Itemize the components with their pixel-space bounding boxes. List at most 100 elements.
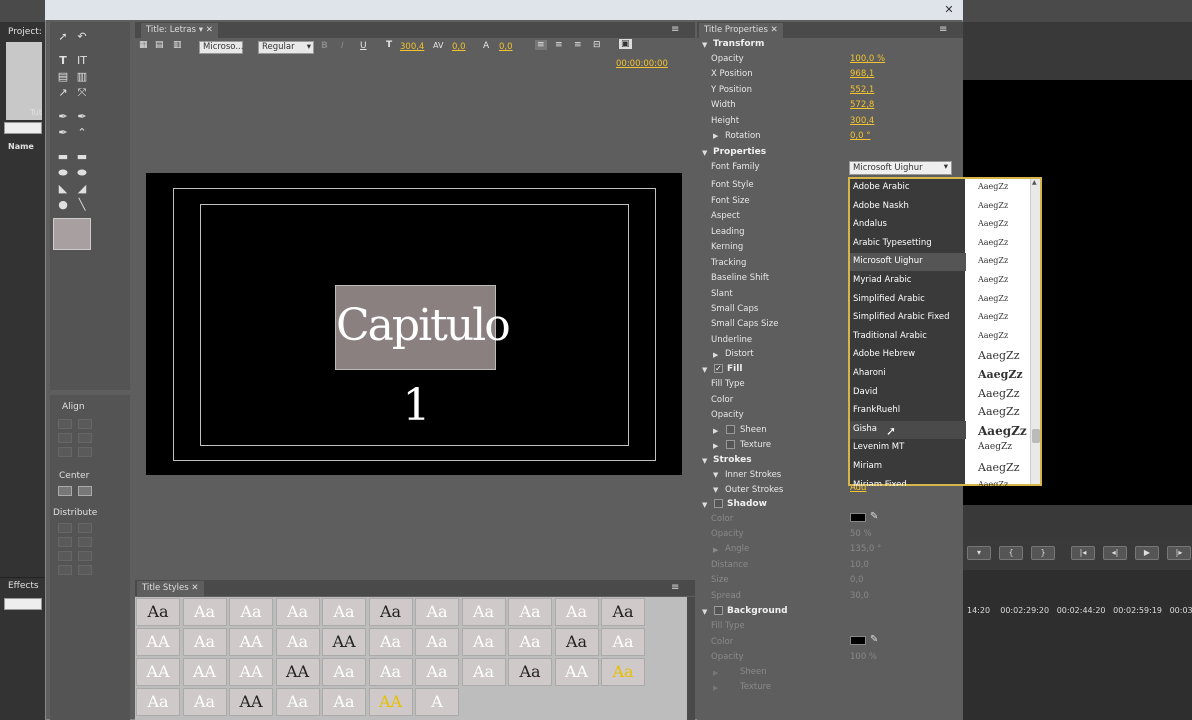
style-swatch[interactable]: Aa — [322, 688, 366, 716]
transform-section[interactable]: Transform — [713, 39, 764, 49]
delete-anchor-tool-icon[interactable]: ✒ — [74, 110, 90, 124]
rotation-value[interactable]: 0,0 ° — [850, 131, 870, 141]
style-swatch[interactable]: AA — [229, 688, 273, 716]
distribute-bottom-button[interactable] — [78, 551, 92, 561]
ellipse-tool-icon[interactable]: ● — [55, 198, 71, 212]
rotation-tool-icon[interactable]: ↶ — [74, 30, 90, 44]
fill-section[interactable]: Fill — [727, 364, 742, 374]
font-list-item[interactable]: Gisha — [850, 420, 966, 439]
titler-window-titlebar[interactable] — [45, 0, 963, 20]
style-swatch[interactable]: Aa — [415, 598, 459, 626]
style-swatch[interactable]: Aa — [554, 628, 599, 656]
baseline-value[interactable]: 0,0 — [499, 42, 513, 52]
wedge-tool-icon[interactable]: ◣ — [55, 182, 71, 196]
pen-tool-icon[interactable]: ✒ — [55, 110, 71, 124]
tab-title-styles[interactable]: Title Styles ✕ — [137, 581, 204, 596]
style-swatch[interactable]: Aa — [275, 628, 320, 656]
fill-disclosure-icon[interactable]: ▼ — [702, 366, 707, 374]
font-list-item[interactable]: Miriam Fixed — [850, 477, 966, 486]
center-horizontal-button[interactable] — [58, 486, 72, 496]
bg-opacity-value[interactable]: 100 % — [850, 652, 877, 662]
shadow-size-value[interactable]: 0,0 — [850, 575, 864, 585]
style-swatch[interactable]: AA — [368, 688, 413, 716]
shadow-section[interactable]: Shadow — [727, 499, 767, 509]
rotation-disclosure-icon[interactable]: ▶ — [713, 132, 718, 140]
style-swatch[interactable]: Aa — [508, 628, 552, 656]
type-tool-icon[interactable]: T — [55, 54, 71, 68]
scroll-up-icon[interactable]: ▲ — [1032, 179, 1040, 187]
style-swatch[interactable]: AA — [182, 658, 227, 686]
title-text-object[interactable]: Capitulo 1 — [335, 285, 511, 431]
transform-disclosure-icon[interactable]: ▼ — [702, 41, 707, 49]
bold-button[interactable]: B — [321, 41, 328, 51]
properties-section[interactable]: Properties — [713, 147, 766, 157]
mark-in-button[interactable]: { — [999, 546, 1023, 560]
font-list-scrollbar[interactable]: ▲ — [1030, 179, 1040, 484]
background-section[interactable]: Background — [727, 606, 788, 616]
style-swatch[interactable]: Aa — [461, 598, 506, 626]
distribute-vspace-button[interactable] — [78, 565, 92, 575]
font-list-item[interactable]: Microsoft Uighur — [850, 253, 966, 272]
step-back-button[interactable]: ◂| — [1103, 546, 1127, 560]
shadow-checkbox[interactable] — [714, 499, 723, 508]
add-anchor-tool-icon[interactable]: ✒ — [55, 126, 71, 140]
arc-tool-icon[interactable]: ◢ — [74, 182, 90, 196]
style-swatch[interactable]: AA — [136, 628, 180, 656]
font-list-item[interactable]: Adobe Arabic — [850, 179, 966, 197]
style-swatch[interactable]: Aa — [368, 598, 413, 626]
font-list-item[interactable]: Levenim MT — [850, 439, 966, 457]
background-checkbox[interactable] — [714, 606, 723, 615]
angle-disclosure-icon[interactable]: ▶ — [713, 546, 718, 554]
align-right-button[interactable] — [58, 447, 72, 457]
font-list-item[interactable]: Myriad Arabic — [850, 272, 966, 290]
bg-sheen-disclosure-icon[interactable]: ▶ — [713, 669, 718, 677]
props-tab-close-icon[interactable]: ✕ — [771, 25, 778, 35]
style-swatch[interactable]: Aa — [508, 598, 552, 626]
play-button[interactable]: ▶ — [1135, 546, 1159, 560]
bg-eyedropper-icon[interactable]: ✎ — [870, 634, 878, 645]
eyedropper-icon[interactable]: ✎ — [870, 511, 878, 522]
inner-strokes-disclosure-icon[interactable]: ▼ — [713, 471, 718, 479]
properties-disclosure-icon[interactable]: ▼ — [702, 149, 707, 157]
align-right-text-icon[interactable]: ≡ — [574, 40, 582, 50]
style-swatch[interactable]: Aa — [182, 598, 227, 626]
style-swatch[interactable]: AA — [229, 658, 273, 686]
step-forward-button[interactable]: |▸ — [1167, 546, 1191, 560]
style-swatch[interactable]: Aa — [182, 688, 227, 716]
font-list-item[interactable]: Traditional Arabic — [850, 328, 966, 346]
effects-search-input[interactable] — [4, 598, 42, 610]
styles-menu-icon[interactable]: ≡ — [671, 582, 679, 593]
sheen-checkbox[interactable] — [726, 425, 735, 434]
style-swatch[interactable]: Aa — [229, 598, 273, 626]
style-swatch[interactable]: Aa — [415, 658, 459, 686]
font-list-item[interactable]: Simplified Arabic — [850, 291, 966, 309]
tab-close-icon[interactable]: ✕ — [206, 25, 213, 35]
vertical-area-type-tool-icon[interactable]: ▥ — [74, 70, 90, 84]
ypos-value[interactable]: 552,1 — [850, 85, 874, 95]
path-type-tool-icon[interactable]: ↗ — [55, 86, 71, 100]
kerning-value[interactable]: 0,0 — [452, 42, 466, 52]
distribute-hcenter-button[interactable] — [58, 537, 72, 547]
scroll-thumb[interactable] — [1032, 429, 1040, 443]
font-list-item[interactable]: Aharoni — [850, 365, 966, 383]
convert-anchor-tool-icon[interactable]: ⌃ — [74, 126, 90, 140]
style-swatch[interactable]: Aa — [275, 598, 320, 626]
font-list-item[interactable]: Andalus — [850, 216, 966, 234]
font-list-item[interactable]: FrankRuehl — [850, 402, 966, 420]
font-size-value[interactable]: 300,4 — [400, 42, 424, 52]
panel-menu-icon[interactable]: ≡ — [671, 24, 679, 35]
xpos-value[interactable]: 968,1 — [850, 69, 874, 79]
style-swatch[interactable]: Aa — [322, 658, 366, 686]
close-icon[interactable]: ✕ — [942, 3, 956, 16]
mark-out-button[interactable]: } — [1031, 546, 1055, 560]
sheen-disclosure-icon[interactable]: ▶ — [713, 427, 718, 435]
style-swatch[interactable]: AA — [229, 628, 273, 656]
font-browser-dropdown[interactable]: Microso... — [199, 41, 243, 54]
style-swatch[interactable]: Aa — [136, 598, 180, 626]
style-swatch[interactable]: Aa — [601, 598, 645, 626]
font-list-item[interactable]: Miriam — [850, 458, 966, 476]
fill-checkbox[interactable]: ✓ — [714, 364, 723, 373]
opacity-value[interactable]: 100,0 % — [850, 54, 885, 64]
tab-stops-icon[interactable]: ⊟ — [593, 40, 601, 50]
align-top-button[interactable] — [78, 419, 92, 429]
